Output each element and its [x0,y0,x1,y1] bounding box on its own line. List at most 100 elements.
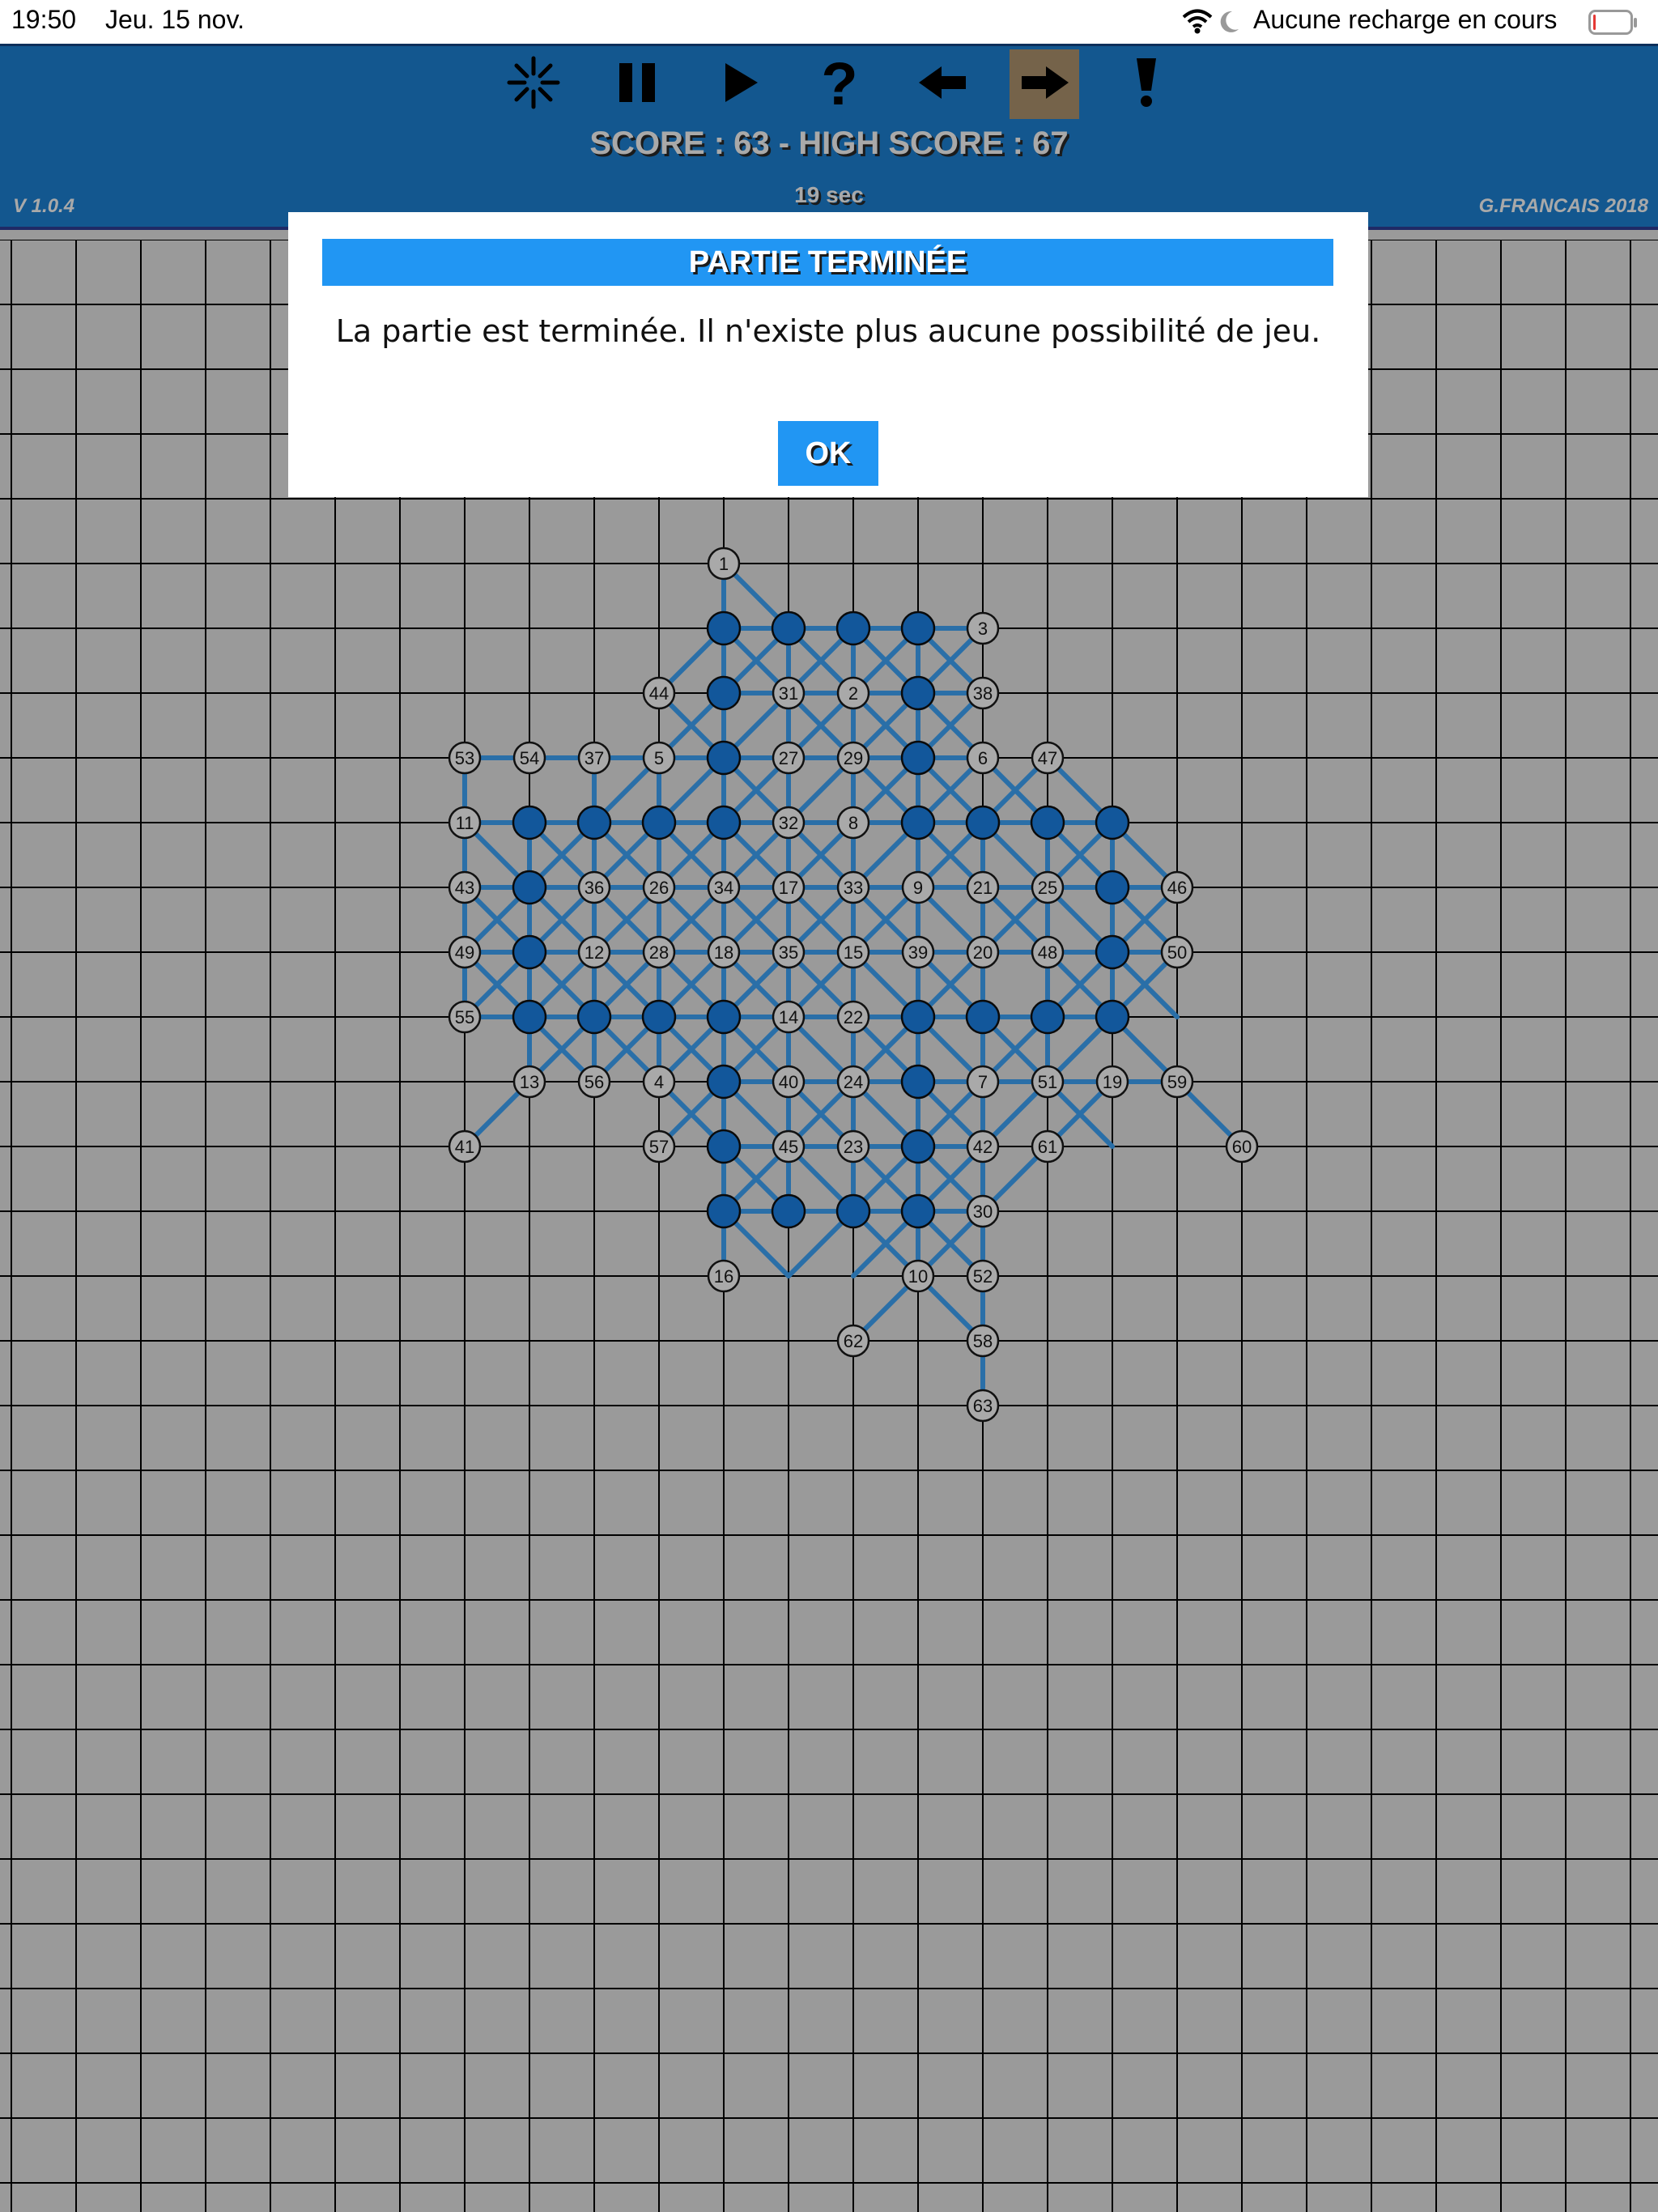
status-date: Jeu. 15 nov. [105,5,244,34]
move-number: 48 [1038,942,1057,963]
move-number: 5 [654,748,664,768]
move-dot-21: 21 [966,870,1000,904]
move-dot-12: 12 [577,935,611,969]
move-number: 15 [844,942,863,963]
move-number: 51 [1038,1072,1057,1092]
move-number: 36 [585,878,604,898]
base-dot [965,805,1001,840]
move-dot-39: 39 [901,935,935,969]
play-button[interactable] [706,49,776,119]
move-number: 45 [779,1137,798,1157]
move-dot-47: 47 [1031,741,1065,775]
move-number: 42 [973,1137,993,1157]
base-dot [576,805,612,840]
game-header: ? SCORE : 63 - HIGH SCORE : 67 19 sec V … [0,44,1658,230]
move-dot-32: 32 [772,806,806,840]
move-number: 26 [649,878,669,898]
base-dot [835,610,871,646]
timer-display: 19 sec [794,182,864,207]
base-dot [900,805,936,840]
play-icon [721,60,761,109]
move-number: 39 [908,942,928,963]
move-dot-27: 27 [772,741,806,775]
base-dot [706,740,742,776]
move-number: 35 [779,942,798,963]
move-dot-51: 51 [1031,1065,1065,1099]
undo-button[interactable] [908,49,978,119]
base-dot [1095,934,1130,970]
move-number: 16 [714,1266,733,1287]
move-dot-17: 17 [772,870,806,904]
move-number: 41 [455,1137,474,1157]
move-number: 3 [978,619,988,639]
status-bar: 19:50 Jeu. 15 nov. Aucune recharge en co… [0,0,1658,44]
move-dot-44: 44 [642,676,676,710]
new-game-icon [505,54,562,115]
move-number: 61 [1038,1137,1057,1157]
base-dot [1030,805,1065,840]
move-dot-29: 29 [836,741,870,775]
game-board[interactable]: 12345 67891011121314151617181920212223242… [0,240,1658,2212]
ok-button[interactable]: OK [778,421,878,486]
move-number: 56 [585,1072,604,1092]
move-dot-50: 50 [1160,935,1194,969]
move-number: 7 [978,1072,988,1092]
move-number: 49 [455,942,474,963]
moon-icon [1219,10,1240,38]
move-dot-55: 55 [448,1000,482,1034]
new-game-button[interactable] [499,49,568,119]
move-number: 2 [848,683,858,704]
base-dot [900,999,936,1035]
move-dot-15: 15 [836,935,870,969]
move-number: 62 [844,1331,863,1351]
move-dot-30: 30 [966,1194,1000,1228]
move-dot-3: 3 [966,611,1000,645]
dialog-message: La partie est terminée. Il n'existe plus… [335,313,1321,349]
pause-button[interactable] [602,49,672,119]
move-number: 30 [973,1202,993,1222]
pause-icon [614,58,660,111]
move-dot-28: 28 [642,935,676,969]
move-dot-63: 63 [966,1389,1000,1423]
move-number: 54 [520,748,539,768]
move-dot-2: 2 [836,676,870,710]
credit-label: G.FRANCAIS 2018 [1478,195,1648,217]
dialog-title: PARTIE TERMINÉE [322,239,1333,286]
base-dot [900,1129,936,1164]
move-dot-10: 10 [901,1259,935,1293]
move-dot-56: 56 [577,1065,611,1099]
move-number: 25 [1038,878,1057,898]
move-number: 1 [719,554,729,574]
help-button[interactable]: ? [805,49,874,119]
move-number: 34 [714,878,733,898]
base-dot [900,740,936,776]
base-dot [576,999,612,1035]
base-dot [641,999,677,1035]
redo-arrow-icon [1018,65,1070,104]
move-dot-14: 14 [772,1000,806,1034]
move-number: 24 [844,1072,863,1092]
base-dot [835,1193,871,1229]
move-number: 50 [1167,942,1187,963]
hint-button[interactable] [1112,49,1181,119]
move-number: 11 [456,813,474,833]
base-dot [1030,999,1065,1035]
move-number: 38 [973,683,993,704]
move-number: 8 [848,813,858,833]
base-dot [771,1193,806,1229]
move-dot-36: 36 [577,870,611,904]
move-dot-62: 62 [836,1324,870,1358]
move-dot-16: 16 [707,1259,741,1293]
base-dot [900,1193,936,1229]
redo-button[interactable] [1010,49,1079,119]
move-number: 12 [585,942,604,963]
move-number: 20 [973,942,993,963]
move-dot-8: 8 [836,806,870,840]
move-dot-24: 24 [836,1065,870,1099]
move-number: 21 [973,878,993,898]
move-number: 18 [714,942,733,963]
base-dot [771,610,806,646]
game-over-dialog: PARTIE TERMINÉE La partie est terminée. … [288,212,1368,497]
move-dot-57: 57 [642,1129,676,1163]
score-display: SCORE : 63 - HIGH SCORE : 67 [589,125,1069,161]
